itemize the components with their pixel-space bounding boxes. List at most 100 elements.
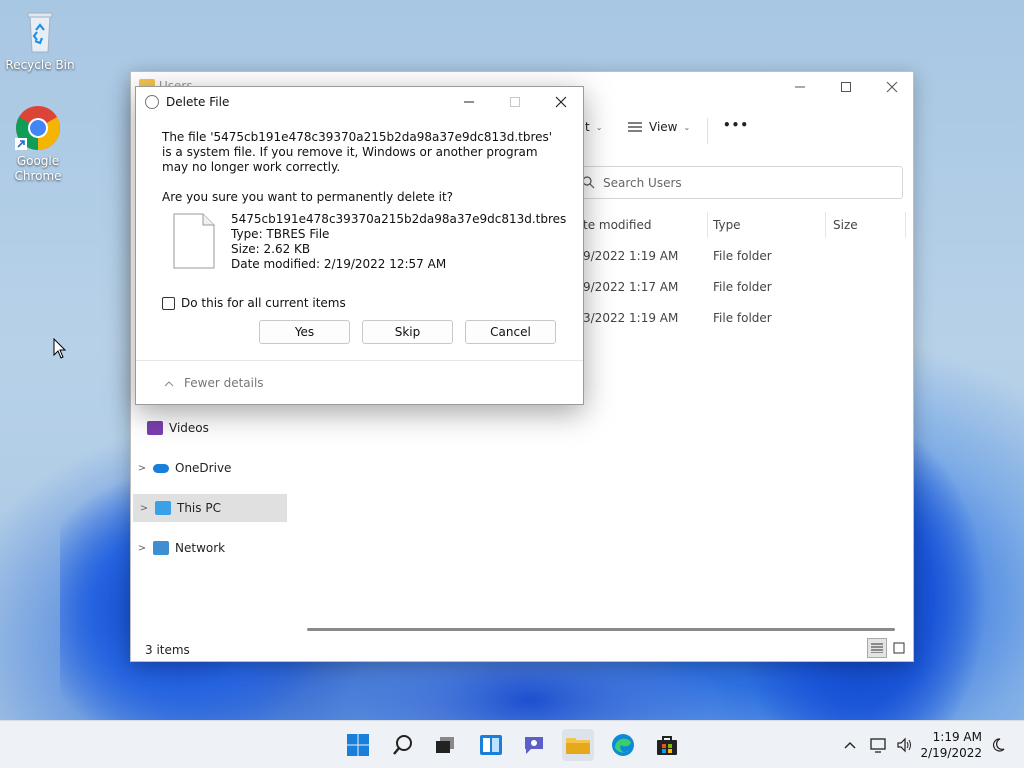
large-icons-view-button[interactable] xyxy=(889,638,909,658)
nav-item-videos[interactable]: Videos xyxy=(147,414,303,442)
status-bar-item-count: 3 items xyxy=(145,643,190,657)
volume-tray-button[interactable] xyxy=(892,729,918,761)
column-header-date-modified[interactable]: te modified xyxy=(583,218,651,240)
cancel-button[interactable]: Cancel xyxy=(465,320,556,344)
column-divider xyxy=(707,212,708,238)
chevron-up-icon xyxy=(164,380,174,386)
dialog-question: Are you sure you want to permanently del… xyxy=(162,190,454,204)
more-options-button[interactable]: ••• xyxy=(723,118,749,132)
windows-start-icon xyxy=(347,734,369,756)
dialog-message: The file '5475cb191e478c39370a215b2da98a… xyxy=(162,130,553,174)
view-button[interactable]: View ⌄ xyxy=(627,120,690,134)
onedrive-cloud-icon xyxy=(153,463,169,473)
focus-moon-icon xyxy=(992,738,1005,752)
row-date: 9/2022 1:17 AM xyxy=(583,280,679,294)
row-date: 3/2022 1:19 AM xyxy=(583,311,679,325)
maximize-icon xyxy=(510,97,520,107)
dialog-title: Delete File xyxy=(166,95,230,109)
notifications-button[interactable] xyxy=(986,729,1010,761)
horizontal-scrollbar[interactable] xyxy=(307,628,895,631)
desktop-icon-google-chrome[interactable]: Google Chrome xyxy=(0,104,76,184)
file-size: Size: 2.62 KB xyxy=(231,242,311,256)
clock-icon xyxy=(145,95,159,109)
search-icon xyxy=(393,735,412,755)
dialog-maximize-button xyxy=(492,87,538,117)
delete-file-dialog: Delete File The file '5475cb191e478c3937… xyxy=(135,86,584,405)
widgets-button[interactable] xyxy=(475,729,507,761)
chat-button[interactable] xyxy=(518,729,550,761)
nav-item-this-pc[interactable]: > This PC xyxy=(133,494,287,522)
desktop-icon-recycle-bin[interactable]: Recycle Bin xyxy=(2,8,78,73)
details-view-icon xyxy=(871,643,883,653)
chevron-right-icon: > xyxy=(137,542,147,554)
chevron-down-icon: ⌄ xyxy=(683,122,691,132)
network-icon xyxy=(153,541,169,555)
chat-icon xyxy=(525,737,543,754)
apply-to-all-option[interactable]: Do this for all current items xyxy=(162,296,346,310)
start-button[interactable] xyxy=(342,729,374,761)
nav-item-onedrive[interactable]: > OneDrive xyxy=(131,454,287,482)
column-divider xyxy=(825,212,826,238)
edge-icon xyxy=(612,734,634,756)
yes-button[interactable]: Yes xyxy=(259,320,350,344)
videos-icon xyxy=(147,421,163,435)
edge-button[interactable] xyxy=(607,729,639,761)
tiles-view-icon xyxy=(893,642,905,654)
search-input[interactable]: Search Users xyxy=(571,166,903,199)
more-icon: ••• xyxy=(723,118,750,132)
toolbar-divider xyxy=(707,118,708,144)
chevron-right-icon: > xyxy=(139,502,149,514)
apply-to-all-label: Do this for all current items xyxy=(181,296,346,310)
nav-item-label: OneDrive xyxy=(175,461,232,475)
chrome-icon xyxy=(14,104,62,152)
nav-item-label: Videos xyxy=(169,421,209,435)
dialog-footer-divider xyxy=(136,360,583,361)
chevron-up-icon xyxy=(844,742,856,749)
chevron-down-icon: ⌄ xyxy=(595,122,603,132)
show-hidden-icons-button[interactable] xyxy=(836,729,864,761)
mouse-cursor-icon xyxy=(53,338,67,359)
column-header-type[interactable]: Type xyxy=(713,218,741,240)
monitor-icon xyxy=(155,501,171,515)
skip-button[interactable]: Skip xyxy=(362,320,453,344)
details-view-button[interactable] xyxy=(867,638,887,658)
list-view-icon xyxy=(628,122,642,132)
recycle-bin-icon xyxy=(16,8,64,56)
dialog-close-button[interactable] xyxy=(538,87,584,117)
file-details: 5475cb191e478c39370a215b2da98a37e9dc813d… xyxy=(231,212,566,272)
nav-item-network[interactable]: > Network xyxy=(131,534,287,562)
file-explorer-icon xyxy=(566,738,590,754)
file-explorer-taskbar-button[interactable] xyxy=(562,729,594,761)
nav-item-label: This PC xyxy=(177,501,221,515)
apply-to-all-checkbox[interactable] xyxy=(162,296,175,310)
close-icon xyxy=(555,96,567,108)
sort-button[interactable]: t ⌄ xyxy=(585,120,602,134)
taskbar: 1:19 AM 2/19/2022 xyxy=(0,720,1024,768)
dialog-minimize-button[interactable] xyxy=(446,87,492,117)
maximize-button[interactable] xyxy=(823,72,869,102)
nav-item-label: Network xyxy=(175,541,226,555)
fewer-details-button[interactable]: Fewer details xyxy=(164,376,264,390)
maximize-icon xyxy=(841,82,851,92)
column-header-size[interactable]: Size xyxy=(833,218,858,240)
file-date-modified: Date modified: 2/19/2022 12:57 AM xyxy=(231,257,447,271)
close-button[interactable] xyxy=(869,72,915,102)
desktop-icon-label: Recycle Bin xyxy=(5,58,75,72)
minimize-icon xyxy=(795,86,805,88)
search-taskbar-button[interactable] xyxy=(387,729,419,761)
taskbar-clock[interactable]: 1:19 AM 2/19/2022 xyxy=(920,729,982,761)
store-button[interactable] xyxy=(651,729,683,761)
store-icon xyxy=(657,736,677,755)
network-status-icon xyxy=(870,738,886,753)
network-tray-button[interactable] xyxy=(866,729,892,761)
file-icon xyxy=(173,213,215,269)
minimize-button[interactable] xyxy=(777,72,823,102)
row-type: File folder xyxy=(713,311,772,325)
task-view-button[interactable] xyxy=(429,729,461,761)
speaker-icon xyxy=(897,737,911,753)
row-type: File folder xyxy=(713,249,772,263)
desktop-icon-label: Google Chrome xyxy=(14,154,62,183)
sort-label: t xyxy=(585,120,590,134)
clock-date: 2/19/2022 xyxy=(920,746,982,760)
column-divider xyxy=(905,212,906,238)
